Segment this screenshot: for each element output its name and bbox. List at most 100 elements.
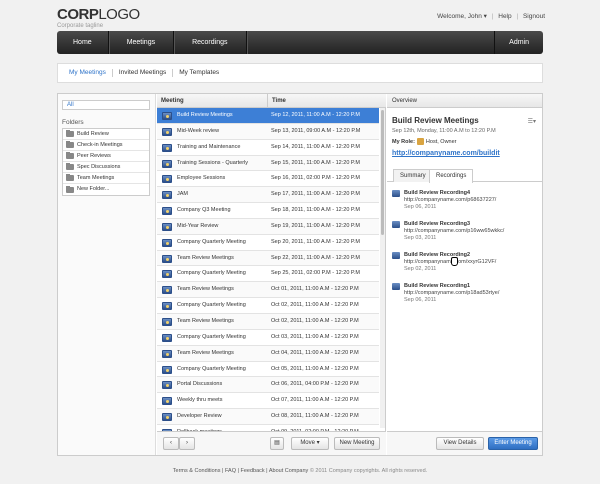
table-row[interactable]: Training Sessions - Quarterly Sep 15, 201… <box>157 155 379 172</box>
meeting-name: Portal Discussions <box>177 381 223 388</box>
meeting-name: Build Review Meetings <box>177 112 233 118</box>
recording-url[interactable]: http://companyname.com/p18ad53rtye/ <box>392 290 499 296</box>
meeting-icon <box>162 191 172 200</box>
table-row[interactable]: Portal Discussions Oct 06, 2011, 04:00 P.… <box>157 377 379 394</box>
welcome-user-menu[interactable]: Welcome, John <box>437 13 482 20</box>
signout-link[interactable]: Signout <box>523 13 545 20</box>
folder-item[interactable]: Check-in Meetings <box>63 140 149 151</box>
meeting-link[interactable]: http://companyname.com/buildit <box>392 150 500 157</box>
prev-page-button[interactable]: ‹ <box>163 437 179 450</box>
move-button[interactable]: Move ▾ <box>291 437 329 450</box>
folder-item[interactable]: Team Meetings <box>63 173 149 184</box>
recording-title[interactable]: Build Review Recording1 <box>392 283 499 290</box>
table-row[interactable]: Company Quarterly Meeting Oct 03, 2011, 1… <box>157 330 379 346</box>
table-row[interactable]: Team Review Meetings Oct 02, 2011, 11:00 … <box>157 313 379 330</box>
meeting-icon <box>162 222 172 231</box>
recording-title[interactable]: Build Review Recording3 <box>392 221 504 228</box>
table-row[interactable]: Company Quarterly Meeting Oct 02, 2011, 1… <box>157 298 379 314</box>
table-row[interactable]: Developer Review Oct 08, 2011, 11:00 A.M … <box>157 409 379 425</box>
delete-button[interactable]: ▤ <box>270 437 284 450</box>
tab-summary[interactable]: Summary <box>393 169 433 182</box>
table-row[interactable]: Training and Maintenance Sep 14, 2011, 11… <box>157 140 379 156</box>
table-row[interactable]: Team Review Meetings Oct 01, 2011, 11:00 … <box>157 282 379 299</box>
recording-url[interactable]: http://companyname.com/xxyrG12VF/ <box>392 259 496 265</box>
enter-meeting-button[interactable]: Enter Meeting <box>488 437 538 450</box>
caret-down-icon: ▾ <box>314 440 320 446</box>
recording-title[interactable]: Build Review Recording4 <box>392 190 496 197</box>
footer-link-about[interactable]: About Company <box>269 468 308 474</box>
table-row[interactable]: Company Quarterly Meeting Sep 20, 2011, 1… <box>157 235 379 251</box>
scrollbar-thumb[interactable] <box>381 110 384 235</box>
meeting-icon <box>162 397 172 406</box>
folder-item[interactable]: Peer Reviews <box>63 151 149 162</box>
page-footer: Terms & Conditions | FAQ | Feedback | Ab… <box>172 468 428 474</box>
folder-item[interactable]: Spec Discussions <box>63 162 149 173</box>
meeting-time: Oct 02, 2011, 11:00 A.M - 12:20 P.M <box>271 317 359 324</box>
tab-recordings[interactable]: Recordings <box>429 169 474 183</box>
meeting-icon <box>162 317 172 326</box>
folder-list: Build Review Check-in Meetings Peer Revi… <box>62 128 150 196</box>
folder-item-new[interactable]: New Folder... <box>63 184 149 195</box>
footer-link-feedback[interactable]: Feedback <box>241 468 265 474</box>
table-row[interactable]: Mid-Year Review Sep 19, 2011, 11:00 A.M -… <box>157 218 379 235</box>
footer-link-terms[interactable]: Terms & Conditions <box>173 468 221 474</box>
column-meeting[interactable]: Meeting <box>161 94 184 108</box>
recording-item[interactable]: Build Review Recording1 http://companynam… <box>392 283 499 303</box>
caret-down-icon[interactable]: ▾ <box>482 13 487 20</box>
tab-invited-meetings[interactable]: Invited Meetings <box>113 69 174 77</box>
meeting-icon <box>162 159 172 168</box>
new-meeting-button[interactable]: New Meeting <box>334 437 380 450</box>
meeting-name: Mid-Year Review <box>177 222 219 229</box>
all-filter[interactable]: All <box>62 100 150 110</box>
table-row[interactable]: Company Quarterly Meeting Sep 25, 2011, 0… <box>157 266 379 283</box>
meeting-time: Oct 08, 2011, 11:00 A.M - 12:20 P.M <box>271 413 359 420</box>
meeting-name: Mid-Week review <box>177 127 220 134</box>
scrollbar[interactable] <box>380 108 385 428</box>
table-row[interactable]: Company Q3 Meeting Sep 18, 2011, 11:00 A.… <box>157 203 379 219</box>
recording-url[interactable]: http://companyname.com/p16ww65wkkc/ <box>392 228 504 234</box>
folder-item[interactable]: Build Review <box>63 129 149 140</box>
meeting-name: Team Review Meetings <box>177 254 234 261</box>
table-row[interactable]: Weekly thru meets Oct 07, 2011, 11:00 A.M… <box>157 393 379 410</box>
table-row[interactable]: Employee Sessions Sep 16, 2011, 02:00 P.M… <box>157 171 379 188</box>
meeting-name: Training Sessions - Quarterly <box>177 159 249 166</box>
recording-item[interactable]: Build Review Recording4 http://companynam… <box>392 190 496 210</box>
recording-url[interactable]: http://companyname.com/p68637227/ <box>392 197 496 203</box>
options-menu-icon[interactable]: ☰▾ <box>528 118 536 125</box>
table-row[interactable]: Company Quarterly Meeting Oct 05, 2011, 1… <box>157 362 379 378</box>
nav-meetings[interactable]: Meetings <box>109 31 175 54</box>
view-details-button[interactable]: View Details <box>436 437 484 450</box>
meeting-name: Company Quarterly Meeting <box>177 302 246 309</box>
recording-item[interactable]: Build Review Recording3 http://companynam… <box>392 221 504 241</box>
meeting-name: JAM <box>177 191 188 198</box>
tab-my-meetings[interactable]: My Meetings <box>63 69 113 77</box>
table-row[interactable]: Team Review Meetings Sep 22, 2011, 11:00 … <box>157 250 379 267</box>
nav-home[interactable]: Home <box>57 31 109 54</box>
meeting-name: Company Quarterly Meeting <box>177 365 246 372</box>
meeting-time: Oct 04, 2011, 11:00 A.M - 12:20 P.M <box>271 349 359 356</box>
meeting-icon <box>162 207 172 216</box>
next-page-button[interactable]: › <box>179 437 195 450</box>
table-row[interactable]: JAM Sep 17, 2011, 11:00 A.M - 12:20 P.M <box>157 187 379 204</box>
recording-item[interactable]: Build Review Recording2http://companynam… <box>392 252 496 272</box>
meeting-time: Sep 15, 2011, 11:00 A.M - 12:20 P.M <box>271 159 360 166</box>
meeting-name: Company Q3 Meeting <box>177 207 231 214</box>
main-panel: All Folders Build Review Check-in Meetin… <box>57 93 543 456</box>
meeting-name: Company Quarterly Meeting <box>177 238 246 245</box>
meeting-icon <box>162 381 172 390</box>
column-time[interactable]: Time <box>267 94 286 108</box>
tab-my-templates[interactable]: My Templates <box>173 69 225 77</box>
table-row[interactable]: Mid-Week review Sep 13, 2011, 09:00 A.M -… <box>157 123 379 140</box>
nav-recordings[interactable]: Recordings <box>174 31 247 54</box>
meeting-name: Developer Review <box>177 413 222 420</box>
overview-footer: View Details Enter Meeting <box>387 431 542 455</box>
footer-link-faq[interactable]: FAQ <box>225 468 236 474</box>
nav-admin[interactable]: Admin <box>495 31 543 54</box>
recording-title[interactable]: Build Review Recording2 <box>392 252 496 259</box>
copyright: © 2011 Company copyrights. All rights re… <box>309 468 428 474</box>
meeting-time: Oct 06, 2011, 04:00 P.M - 12:20 P.M <box>271 381 359 388</box>
meeting-name: Weekly thru meets <box>177 397 223 404</box>
table-row[interactable]: Team Review Meetings Oct 04, 2011, 11:00 … <box>157 345 379 362</box>
help-link[interactable]: Help <box>498 13 511 20</box>
table-row[interactable]: Build Review Meetings Sep 12, 2011, 11:00… <box>157 108 379 124</box>
